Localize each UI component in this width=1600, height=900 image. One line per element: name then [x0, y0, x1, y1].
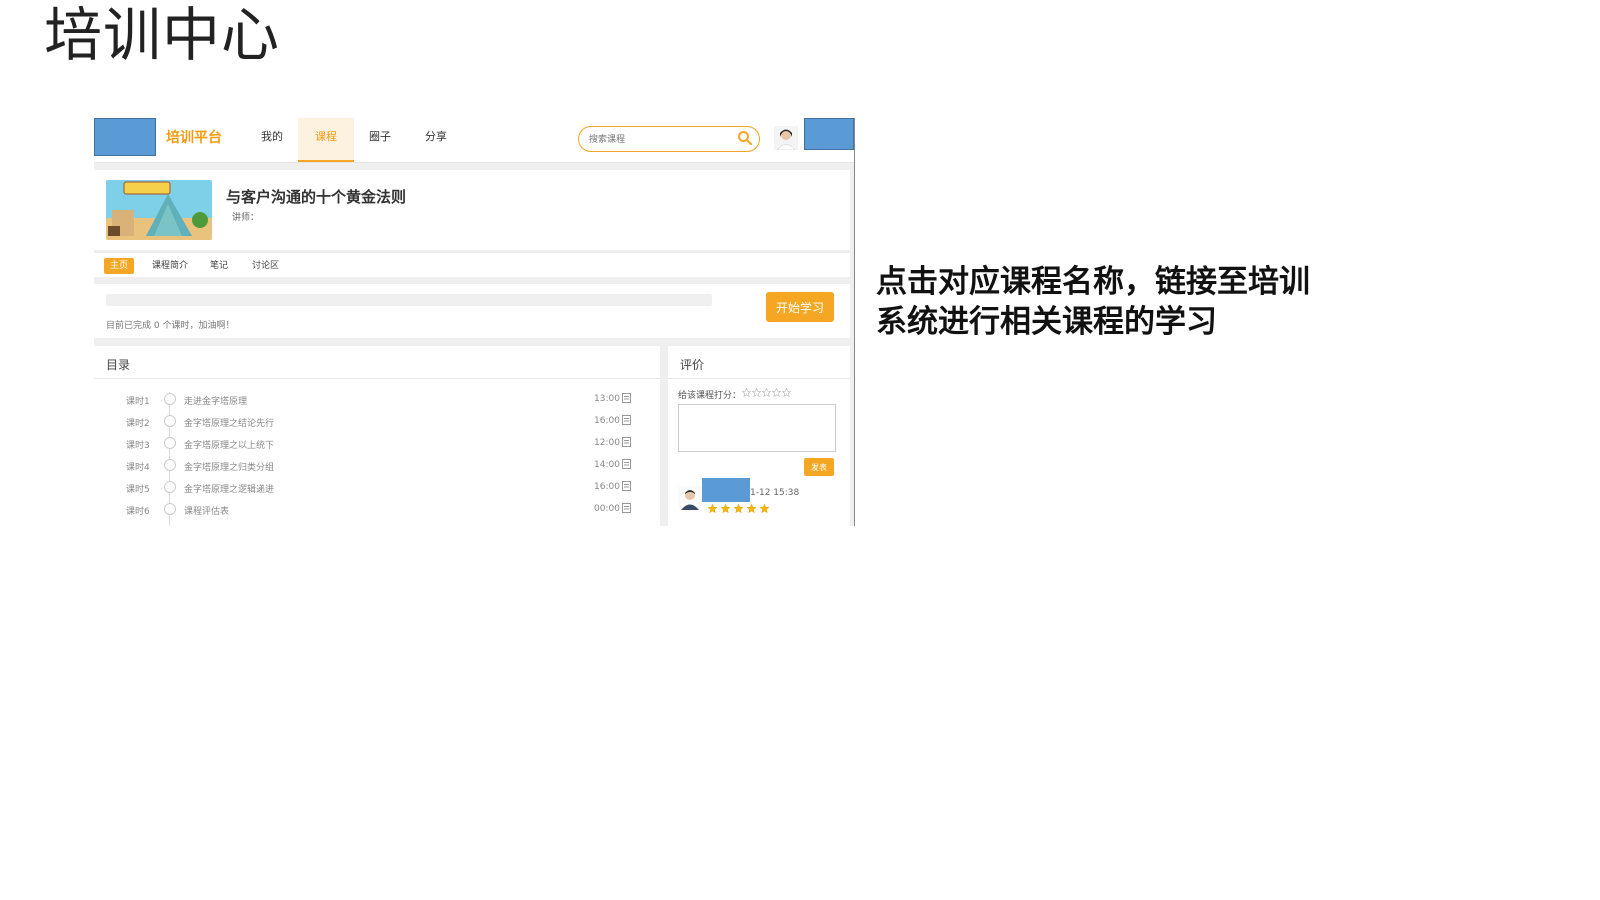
lesson-duration: 14:00 [594, 460, 620, 470]
lesson-row[interactable]: 课时2 金字塔原理之结论先行 16:00 [94, 412, 660, 434]
document-icon[interactable] [622, 437, 631, 447]
redacted-reviewer-name [702, 478, 750, 502]
lesson-name[interactable]: 金字塔原理之以上统下 [184, 438, 274, 451]
search-input[interactable] [587, 131, 731, 149]
progress-bar [106, 294, 712, 306]
nav-share[interactable]: 分享 [416, 118, 456, 162]
star-icon[interactable] [752, 388, 761, 397]
redacted-username [804, 118, 854, 150]
lesson-name[interactable]: 走进金字塔原理 [184, 394, 247, 407]
lesson-name[interactable]: 金字塔原理之逻辑递进 [184, 482, 274, 495]
rate-label: 给该课程打分： [678, 391, 742, 401]
reviewer-avatar [678, 486, 702, 510]
slide-title: 培训中心 [44, 1, 281, 69]
catalog-panel: 目录 课时1 走进金字塔原理 13:00 课时2 金字塔原理之结论先行 16:0… [94, 346, 660, 526]
lesson-duration: 12:00 [594, 438, 620, 448]
lesson-row[interactable]: 课时1 走进金字塔原理 13:00 [94, 390, 660, 412]
redacted-logo [94, 118, 156, 156]
divider [668, 378, 850, 379]
document-icon[interactable] [622, 503, 631, 513]
lesson-number: 课时2 [126, 419, 150, 429]
search-box [578, 126, 760, 152]
star-icon [734, 504, 743, 513]
search-icon[interactable] [737, 130, 753, 146]
star-icon[interactable] [762, 388, 771, 397]
lesson-status-dot [164, 481, 176, 493]
start-learning-button[interactable]: 开始学习 [766, 292, 834, 322]
document-icon[interactable] [622, 393, 631, 403]
nav-courses[interactable]: 课程 [298, 118, 354, 162]
lesson-status-dot [164, 393, 176, 405]
tab-home[interactable]: 主页 [104, 258, 135, 274]
course-tabs: 主页 课程简介 笔记 讨论区 [94, 252, 850, 277]
catalog-title: 目录 [106, 358, 131, 372]
lesson-row[interactable]: 课时6 课程评估表 00:00 [94, 500, 660, 522]
lesson-number: 课时5 [126, 485, 150, 495]
star-icon[interactable] [782, 388, 791, 397]
lesson-status-dot [164, 415, 176, 427]
review-timestamp: 1-12 15:38 [750, 488, 800, 498]
document-icon[interactable] [622, 459, 631, 469]
star-icon[interactable] [742, 388, 751, 397]
top-navbar: 培训平台 我的 课程 圈子 分享 [94, 118, 854, 163]
tab-intro[interactable]: 课程简介 [146, 258, 194, 274]
brand-name[interactable]: 培训平台 [166, 127, 222, 147]
lesson-status-dot [164, 437, 176, 449]
document-icon[interactable] [622, 481, 631, 491]
progress-text: 目前已完成 0 个课时，加油啊！ [106, 321, 235, 331]
lesson-duration: 16:00 [594, 416, 620, 426]
lesson-number: 课时4 [126, 463, 150, 473]
lesson-number: 课时1 [126, 397, 150, 407]
lesson-duration: 13:00 [594, 394, 620, 404]
progress-panel: 目前已完成 0 个课时，加油啊！ 开始学习 [94, 284, 850, 338]
tab-discussion[interactable]: 讨论区 [246, 258, 285, 274]
lesson-row[interactable]: 课时4 金字塔原理之归类分组 14:00 [94, 456, 660, 478]
star-icon [708, 504, 717, 513]
lesson-name[interactable]: 课程评估表 [184, 504, 229, 517]
star-icon [721, 504, 730, 513]
user-avatar[interactable] [774, 126, 798, 150]
lesson-status-dot [164, 503, 176, 515]
course-header: 与客户沟通的十个黄金法则 讲师： [94, 170, 850, 250]
document-icon[interactable] [622, 415, 631, 425]
star-icon[interactable] [772, 388, 781, 397]
course-thumbnail[interactable] [106, 180, 212, 240]
lesson-row[interactable]: 课时5 金字塔原理之逻辑递进 16:00 [94, 478, 660, 500]
review-textarea[interactable] [678, 404, 836, 452]
review-title: 评价 [680, 358, 705, 372]
review-panel: 评价 给该课程打分： 发表 1-12 15:38 [668, 346, 850, 526]
teacher-label: 讲师： [232, 213, 260, 223]
lesson-number: 课时3 [126, 441, 150, 451]
lesson-row[interactable]: 课时3 金字塔原理之以上统下 12:00 [94, 434, 660, 456]
star-icon [747, 504, 756, 513]
platform-screenshot: 培训平台 我的 课程 圈子 分享 搜索课程 与客户沟通的十个黄金法则 讲师： 主… [94, 118, 855, 526]
lesson-status-dot [164, 459, 176, 471]
lesson-duration: 16:00 [594, 482, 620, 492]
lesson-name[interactable]: 金字塔原理之结论先行 [184, 416, 274, 429]
nav-circle[interactable]: 圈子 [360, 118, 400, 162]
divider [94, 378, 660, 379]
lesson-duration: 00:00 [594, 504, 620, 514]
post-review-button[interactable]: 发表 [804, 458, 834, 476]
slide-caption: 点击对应课程名称，链接至培训系统进行相关课程的学习 [876, 264, 1310, 340]
lesson-name[interactable]: 金字塔原理之归类分组 [184, 460, 274, 473]
course-title[interactable]: 与客户沟通的十个黄金法则 [226, 186, 406, 207]
tab-notes[interactable]: 笔记 [204, 258, 234, 274]
star-icon [760, 504, 769, 513]
nav-mine[interactable]: 我的 [252, 118, 292, 162]
lesson-number: 课时6 [126, 507, 150, 517]
